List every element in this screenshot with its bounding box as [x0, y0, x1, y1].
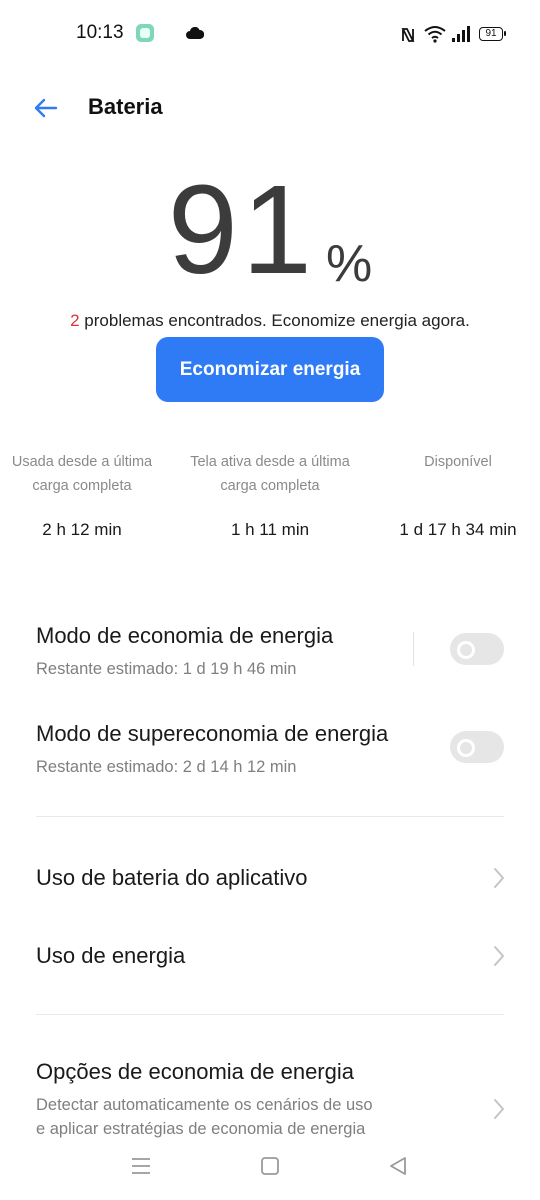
problems-text: problemas encontrados. Economize energia…: [79, 311, 470, 330]
stat-label-line2: [368, 474, 540, 498]
battery-percentage: 91%: [0, 160, 540, 300]
nfc-icon: [401, 28, 415, 42]
stat-label-line1: Disponível: [424, 454, 492, 470]
stat-available: Disponível 1 d 17 h 34 min: [368, 450, 540, 540]
app-battery-usage-label: Uso de bateria do aplicativo: [36, 865, 308, 890]
stat-label-line2: carga completa: [220, 478, 320, 494]
power-saving-mode-subtitle: Restante estimado: 1 d 19 h 46 min: [36, 660, 297, 678]
home-icon[interactable]: [259, 1156, 281, 1176]
chevron-right-icon: [494, 868, 504, 888]
stat-value: 2 h 12 min: [42, 520, 122, 539]
stat-value: 1 d 17 h 34 min: [399, 520, 517, 539]
menu-icon[interactable]: [130, 1156, 152, 1176]
stat-label-line2: carga completa: [32, 478, 132, 494]
power-saving-mode-title: Modo de economia de energia: [36, 623, 334, 648]
power-usage-row[interactable]: Uso de energia: [0, 925, 540, 987]
save-energy-button[interactable]: Economizar energia: [156, 337, 384, 402]
power-usage-label: Uso de energia: [36, 943, 186, 968]
problems-message: 2 problemas encontrados. Economize energ…: [0, 311, 540, 331]
status-time: 10:13: [76, 22, 124, 43]
app-notification-icon: [136, 24, 154, 42]
chevron-right-icon: [494, 1099, 504, 1119]
wifi-icon: [424, 26, 446, 43]
stat-value: 1 h 11 min: [230, 520, 310, 539]
problems-count: 2: [70, 311, 80, 330]
power-saving-options-row[interactable]: Opções de economia de energia Detectar a…: [0, 1050, 540, 1138]
stat-used-since-charge: Usada desde a última carga completa 2 h …: [0, 450, 172, 540]
power-saving-options-description-2: e aplicar estratégias de economia de ene…: [36, 1120, 366, 1138]
super-power-saving-mode-subtitle: Restante estimado: 2 d 14 h 12 min: [36, 758, 297, 776]
stat-label-line1: Usada desde a última: [11, 454, 153, 470]
power-saving-options-description-1: Detectar automaticamente os cenários de …: [36, 1096, 373, 1114]
power-saving-options-title: Opções de economia de energia: [36, 1059, 354, 1084]
back-triangle-icon[interactable]: [387, 1155, 409, 1177]
power-saving-mode-toggle[interactable]: [450, 633, 504, 665]
super-power-saving-mode-toggle[interactable]: [450, 731, 504, 763]
back-arrow-icon[interactable]: [30, 92, 62, 124]
cloud-icon: [186, 27, 204, 39]
battery-percent-value: 91: [167, 159, 316, 300]
page-title: Bateria: [88, 94, 163, 119]
battery-percent-unit: %: [325, 235, 373, 293]
battery-icon: 91: [479, 27, 506, 41]
super-power-saving-mode-title: Modo de supereconomia de energia: [36, 721, 389, 746]
signal-icon: [452, 26, 470, 42]
chevron-right-icon: [494, 946, 504, 966]
divider-vertical: [413, 632, 414, 666]
divider: [36, 1014, 504, 1015]
app-battery-usage-row[interactable]: Uso de bateria do aplicativo: [0, 846, 540, 908]
stat-label-line1: Tela ativa desde a última: [190, 454, 350, 470]
stat-screen-on: Tela ativa desde a última carga completa…: [180, 450, 360, 540]
divider: [36, 816, 504, 817]
